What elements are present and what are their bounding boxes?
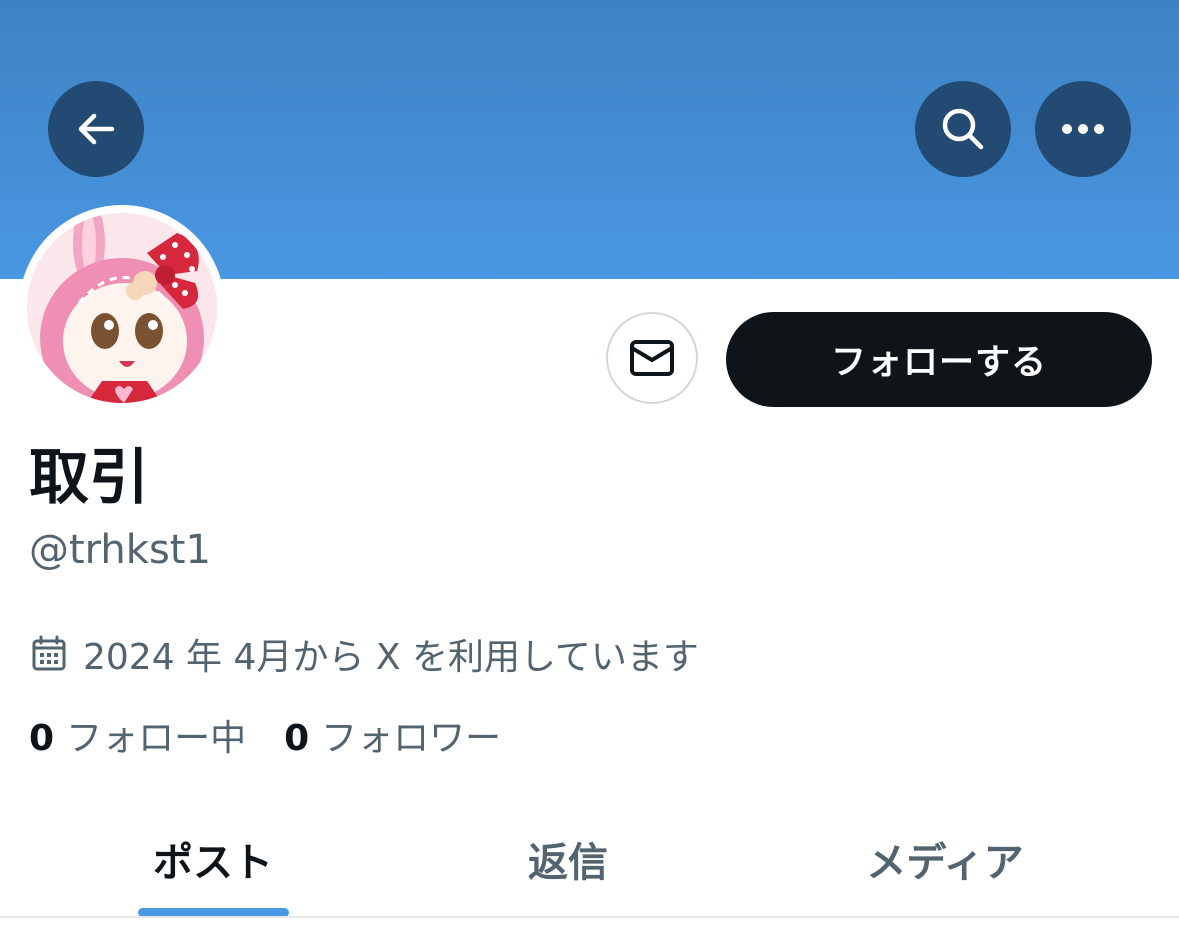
profile-avatar[interactable] (19, 205, 225, 411)
join-date-text: 2024 年 4月から X を利用しています (83, 637, 699, 678)
back-button[interactable] (48, 81, 144, 177)
profile-tabs: ポスト 返信 メディア (0, 800, 1179, 917)
back-arrow-icon (78, 113, 115, 145)
message-button[interactable] (606, 312, 698, 404)
search-button[interactable] (915, 81, 1011, 177)
more-options-button[interactable] (1035, 81, 1131, 177)
tabs-divider (0, 916, 1179, 918)
following-link[interactable]: 0 フォロー中 (29, 714, 246, 764)
following-label: フォロー中 (66, 718, 247, 759)
user-handle: @trhkst1 (29, 527, 211, 573)
avatar-image (27, 213, 217, 403)
follow-stats: 0 フォロー中 0 フォロワー (29, 714, 501, 764)
followers-count: 0 (284, 718, 310, 759)
followers-label: フォロワー (321, 718, 502, 759)
following-count: 0 (29, 718, 55, 759)
more-horizontal-icon (1062, 124, 1104, 134)
calendar-icon (32, 635, 66, 671)
join-date: 2024 年 4月から X を利用しています (31, 628, 699, 680)
tab-media[interactable]: メディア (812, 800, 1078, 917)
followers-link[interactable]: 0 フォロワー (284, 714, 501, 764)
display-name: 取引 (29, 443, 149, 513)
tab-replies[interactable]: 返信 (435, 800, 701, 917)
tab-posts[interactable]: ポスト (80, 800, 346, 917)
envelope-icon (630, 340, 674, 376)
follow-button[interactable]: フォローする (726, 312, 1152, 407)
search-icon (942, 108, 984, 150)
